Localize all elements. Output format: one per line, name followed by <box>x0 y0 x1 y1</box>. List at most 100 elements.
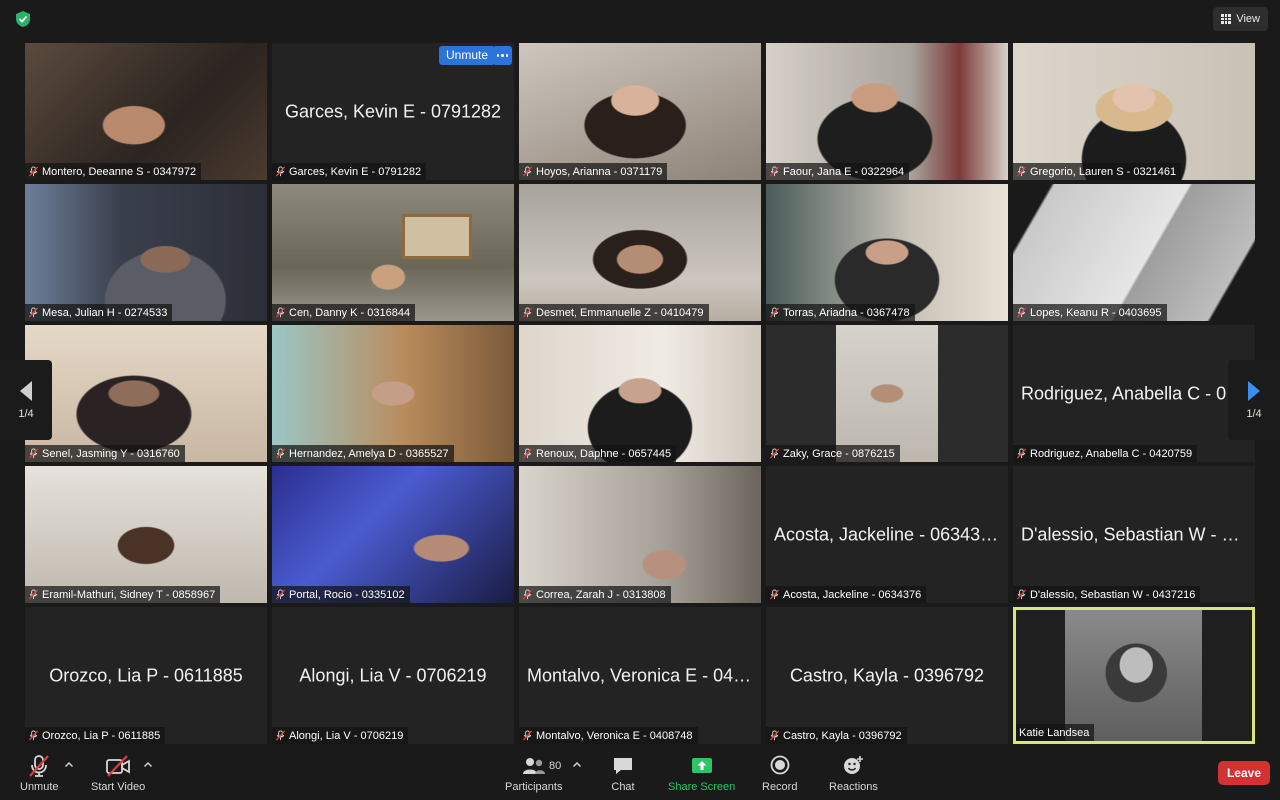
participant-tile[interactable]: Eramil-Mathuri, Sidney T - 0858967 <box>25 466 267 603</box>
record-button[interactable]: Record <box>762 754 797 793</box>
muted-mic-icon <box>28 730 39 741</box>
participant-name-label: Eramil-Mathuri, Sidney T - 0858967 <box>25 586 221 603</box>
participant-name-text: Torras, Ariadna - 0367478 <box>783 306 910 319</box>
share-screen-label: Share Screen <box>668 781 736 793</box>
participant-name-text: Rodriguez, Anabella C - 0420759 <box>1030 447 1193 460</box>
record-label: Record <box>762 781 798 793</box>
participant-name-text: Montalvo, Veronica E - 0408748 <box>536 729 693 742</box>
participant-name-text: Senel, Jasming Y - 0316760 <box>42 447 180 460</box>
muted-mic-icon <box>769 589 780 600</box>
participants-icon <box>522 758 545 774</box>
participant-tile[interactable]: Montero, Deeanne S - 0347972 <box>25 43 267 180</box>
participant-tile[interactable]: Castro, Kayla - 0396792 Castro, Kayla - 0… <box>766 607 1008 744</box>
participant-name-label: Hoyos, Arianna - 0371179 <box>519 163 668 180</box>
participant-name-text: Castro, Kayla - 0396792 <box>783 729 902 742</box>
participant-tile[interactable]: D'alessio, Sebastian W - 04... D'alessio,… <box>1013 466 1255 603</box>
participant-name-label: Alongi, Lia V - 0706219 <box>272 727 409 744</box>
participant-tile[interactable]: Acosta, Jackeline - 0634376 Acosta, Jacke… <box>766 466 1008 603</box>
participant-name-label: Senel, Jasming Y - 0316760 <box>25 445 185 462</box>
reactions-smiley-icon <box>844 756 864 774</box>
participant-name-label: Castro, Kayla - 0396792 <box>766 727 907 744</box>
participant-display-name: Orozco, Lia P - 0611885 <box>49 665 243 685</box>
participant-name-text: Cen, Danny K - 0316844 <box>289 306 411 319</box>
participant-name-label: Garces, Kevin E - 0791282 <box>272 163 427 180</box>
participant-tile[interactable]: Rodriguez, Anabella C - 04... Rodriguez, … <box>1013 325 1255 462</box>
muted-mic-icon <box>769 730 780 741</box>
reactions-button[interactable]: Reactions <box>829 754 878 793</box>
muted-mic-icon <box>522 448 533 459</box>
participant-tile[interactable]: Alongi, Lia V - 0706219 Alongi, Lia V - 0… <box>272 607 514 744</box>
muted-mic-icon <box>28 589 39 600</box>
muted-mic-icon <box>28 448 39 459</box>
participant-tile[interactable]: Torras, Ariadna - 0367478 <box>766 184 1008 321</box>
participants-count: 80 <box>549 760 562 772</box>
participant-tile[interactable]: Katie Landsea <box>1013 607 1255 744</box>
muted-mic-icon <box>275 166 286 177</box>
unmute-button[interactable]: Unmute <box>20 754 59 793</box>
encryption-shield-icon[interactable] <box>12 8 34 30</box>
muted-mic-icon <box>769 166 780 177</box>
participant-tile[interactable]: Garces, Kevin E - 0791282 Unmute Garces, K… <box>272 43 514 180</box>
participant-name-label: Lopes, Keanu R - 0403695 <box>1013 304 1167 321</box>
participant-tile[interactable]: Orozco, Lia P - 0611885 Orozco, Lia P - 0… <box>25 607 267 744</box>
participant-name-text: Hernandez, Amelya D - 0365527 <box>289 447 449 460</box>
participant-name-label: Gregorio, Lauren S - 0321461 <box>1013 163 1182 180</box>
muted-mic-icon <box>769 448 780 459</box>
participant-tile[interactable]: Renoux, Daphne - 0657445 <box>519 325 761 462</box>
participant-tile[interactable]: Montalvo, Veronica E - 040... Montalvo, V… <box>519 607 761 744</box>
participant-tile[interactable]: Zaky, Grace - 0876215 <box>766 325 1008 462</box>
start-video-button[interactable]: Start Video <box>91 754 145 793</box>
participant-name-text: Desmet, Emmanuelle Z - 0410479 <box>536 306 704 319</box>
participant-name-text: Alongi, Lia V - 0706219 <box>289 729 404 742</box>
video-options-caret-icon[interactable] <box>143 760 153 770</box>
participant-tile[interactable]: Senel, Jasming Y - 0316760 <box>25 325 267 462</box>
muted-mic-icon <box>522 307 533 318</box>
chat-button[interactable]: Chat <box>611 754 635 793</box>
ask-to-unmute-button[interactable]: Unmute <box>439 46 496 65</box>
participant-tile[interactable]: Gregorio, Lauren S - 0321461 <box>1013 43 1255 180</box>
share-screen-button[interactable]: Share Screen <box>668 754 735 793</box>
participant-name-text: Eramil-Mathuri, Sidney T - 0858967 <box>42 588 216 601</box>
participant-name-text: Hoyos, Arianna - 0371179 <box>536 165 663 178</box>
participant-tile[interactable]: Desmet, Emmanuelle Z - 0410479 <box>519 184 761 321</box>
participant-tile[interactable]: Lopes, Keanu R - 0403695 <box>1013 184 1255 321</box>
more-options-icon[interactable] <box>493 46 512 65</box>
muted-mic-icon <box>769 307 780 318</box>
participant-name-text: Garces, Kevin E - 0791282 <box>289 165 422 178</box>
meeting-toolbar: Unmute Start Video Participants 80 Chat … <box>0 748 1280 800</box>
participant-tile[interactable]: Portal, Rocio - 0335102 <box>272 466 514 603</box>
participant-name-label: Zaky, Grace - 0876215 <box>766 445 900 462</box>
leave-meeting-button[interactable]: Leave <box>1217 761 1270 785</box>
participant-display-name: Montalvo, Veronica E - 040... <box>527 665 753 685</box>
next-page-button[interactable]: 1/4 <box>1228 360 1280 440</box>
participant-name-text: D'alessio, Sebastian W - 0437216 <box>1030 588 1196 601</box>
grid-view-icon <box>1221 14 1231 24</box>
participant-tile[interactable]: Hernandez, Amelya D - 0365527 <box>272 325 514 462</box>
participant-name-label: D'alessio, Sebastian W - 0437216 <box>1013 586 1201 603</box>
participant-name-text: Montero, Deeanne S - 0347972 <box>42 165 197 178</box>
participant-tile[interactable]: Mesa, Julian H - 0274533 <box>25 184 267 321</box>
participant-tile[interactable]: Correa, Zarah J - 0313808 <box>519 466 761 603</box>
participant-display-name: Garces, Kevin E - 0791282 <box>284 101 502 121</box>
participants-caret-icon[interactable] <box>572 760 582 770</box>
reactions-label: Reactions <box>829 781 878 793</box>
gallery-view-grid: Montero, Deeanne S - 0347972 Garces, Kevi… <box>25 43 1255 744</box>
participant-name-text: Zaky, Grace - 0876215 <box>783 447 895 460</box>
participant-name-label: Montero, Deeanne S - 0347972 <box>25 163 202 180</box>
previous-page-button[interactable]: 1/4 <box>0 360 52 440</box>
participant-tile[interactable]: Cen, Danny K - 0316844 <box>272 184 514 321</box>
audio-options-caret-icon[interactable] <box>64 760 74 770</box>
participant-name-text: Portal, Rocio - 0335102 <box>289 588 405 601</box>
participant-tile[interactable]: Faour, Jana E - 0322964 <box>766 43 1008 180</box>
participant-name-label: Correa, Zarah J - 0313808 <box>519 586 671 603</box>
arrow-right-icon <box>1248 381 1260 401</box>
view-button[interactable]: View <box>1213 7 1268 31</box>
participant-name-text: Correa, Zarah J - 0313808 <box>536 588 666 601</box>
muted-mic-icon <box>275 730 286 741</box>
participant-name-text: Orozco, Lia P - 0611885 <box>42 729 161 742</box>
record-icon <box>770 755 790 775</box>
participant-display-name: Acosta, Jackeline - 0634376 <box>774 524 1000 544</box>
participants-label: Participants <box>505 781 563 793</box>
participant-name-label: Orozco, Lia P - 0611885 <box>25 727 166 744</box>
participant-tile[interactable]: Hoyos, Arianna - 0371179 <box>519 43 761 180</box>
